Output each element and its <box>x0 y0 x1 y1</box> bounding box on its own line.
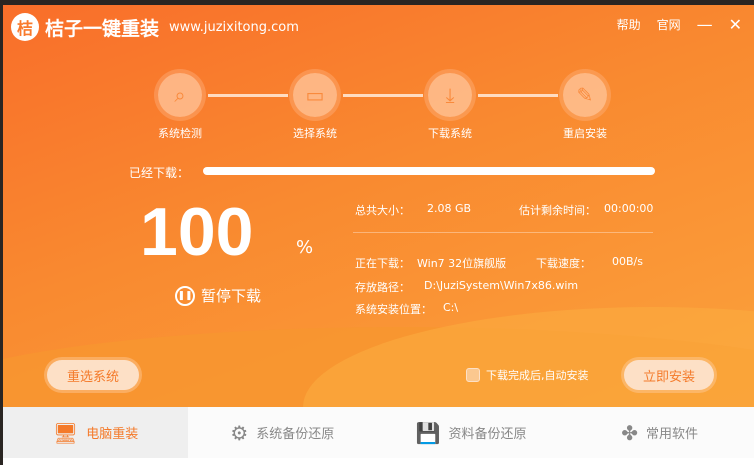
tab-data-backup[interactable]: 💾 资料备份还原 <box>377 407 566 458</box>
search-icon: ⌕ <box>158 73 202 117</box>
install-location-label: 系统安装位置： <box>355 303 432 316</box>
floppy-disk-icon: 💾 <box>415 420 441 445</box>
monitor-refresh-icon: 🖥 <box>52 420 79 445</box>
step-restart-install: ✎ 重启安装 <box>555 73 615 141</box>
step-label: 系统检测 <box>158 127 202 140</box>
fan-icon: ✤ <box>621 420 639 445</box>
downloading-label: 正在下载： <box>355 257 410 270</box>
tab-label: 资料备份还原 <box>448 427 527 442</box>
logo-icon: 桔 <box>11 13 39 41</box>
speed-value: 00B/s <box>612 255 643 268</box>
background-hill <box>303 307 754 407</box>
main-panel: 桔 桔子一键重装 www.juzixitong.com 帮助 官网 — ✕ ⌕ 系… <box>3 5 754 407</box>
speed-label: 下载速度： <box>536 257 591 270</box>
total-size-label: 总共大小： <box>355 204 410 217</box>
tab-pc-reinstall[interactable]: 🖥 电脑重装 <box>3 407 188 458</box>
path-label: 存放路径： <box>355 281 410 294</box>
close-button[interactable]: ✕ <box>729 15 742 34</box>
checkbox-box[interactable] <box>466 368 480 382</box>
downloading-value: Win7 32位旗舰版 <box>417 257 507 270</box>
percent-sign: % <box>296 237 314 258</box>
download-icon: ⤓ <box>428 73 472 117</box>
wrench-icon: ✎ <box>563 73 607 117</box>
step-connector <box>478 94 558 97</box>
step-label: 下载系统 <box>428 127 472 140</box>
step-download-system: ⤓ 下载系统 <box>420 73 480 141</box>
website-url[interactable]: www.juzixitong.com <box>169 20 299 35</box>
reselect-system-button[interactable]: 重选系统 <box>47 360 139 390</box>
help-link[interactable]: 帮助 <box>617 16 641 33</box>
minimize-button[interactable]: — <box>697 15 713 34</box>
step-system-check: ⌕ 系统检测 <box>150 73 210 141</box>
tab-label: 系统备份还原 <box>256 427 335 442</box>
app-name: 桔子一键重装 <box>45 17 160 40</box>
divider <box>353 232 653 233</box>
total-size-value: 2.08 GB <box>427 202 472 215</box>
download-progress-bar <box>203 167 655 175</box>
install-location-value: C:\ <box>443 301 459 314</box>
title-bar-controls: 帮助 官网 — ✕ <box>617 15 742 34</box>
bottom-tabs: 🖥 电脑重装 ⚙ 系统备份还原 💾 资料备份还原 ✤ 常用软件 <box>3 407 754 458</box>
tab-label: 电脑重装 <box>86 427 139 442</box>
tab-system-backup[interactable]: ⚙ 系统备份还原 <box>188 407 377 458</box>
percent-value: 100 <box>140 194 254 270</box>
downloaded-label: 已经下载： <box>129 166 190 180</box>
path-value: D:\JuziSystem\Win7x86.wim <box>424 279 579 292</box>
step-connector <box>208 94 288 97</box>
pause-download-button[interactable]: ❚❚ 暂停下载 <box>175 285 261 306</box>
remaining-time-value: 00:00:00 <box>604 202 654 215</box>
auto-install-checkbox[interactable]: 下载完成后,自动安装 <box>466 367 589 383</box>
tab-common-software[interactable]: ✤ 常用软件 <box>565 407 754 458</box>
gear-refresh-icon: ⚙ <box>230 420 249 445</box>
install-now-button[interactable]: 立即安装 <box>624 360 714 390</box>
tab-label: 常用软件 <box>646 427 699 442</box>
step-label: 选择系统 <box>293 127 337 140</box>
logo: 桔 桔子一键重装 www.juzixitong.com <box>11 13 299 41</box>
website-link[interactable]: 官网 <box>657 16 681 33</box>
pause-label: 暂停下载 <box>201 287 262 305</box>
remaining-time-label: 估计剩余时间： <box>519 204 596 217</box>
monitor-icon: ▭ <box>293 73 337 117</box>
auto-install-label: 下载完成后,自动安装 <box>486 369 589 382</box>
step-connector <box>343 94 423 97</box>
step-select-system: ▭ 选择系统 <box>285 73 345 141</box>
step-label: 重启安装 <box>563 127 607 140</box>
step-progress: ⌕ 系统检测 ▭ 选择系统 ⤓ 下载系统 ✎ 重启安装 <box>153 73 613 143</box>
pause-icon: ❚❚ <box>175 285 195 306</box>
app-window: 桔 桔子一键重装 www.juzixitong.com 帮助 官网 — ✕ ⌕ 系… <box>3 5 754 465</box>
